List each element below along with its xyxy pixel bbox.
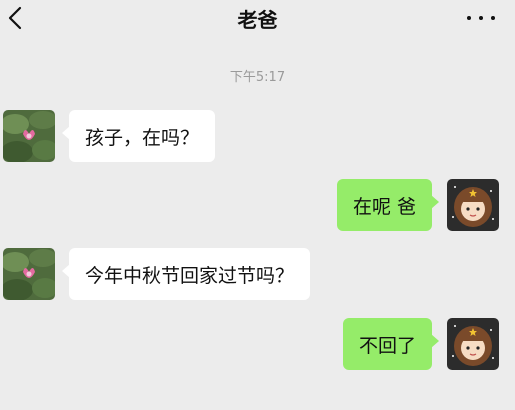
bubble-tail [431,195,439,209]
more-dot [491,16,495,20]
message-text: 今年中秋节回家过节吗？ [85,264,295,287]
more-dots-icon [467,16,471,20]
more-button[interactable] [467,10,495,26]
message-timestamp: 下午5:17 [229,70,286,85]
bubble-tail [62,126,70,140]
cartoon-girl-avatar-image [447,179,499,231]
message-text: 孩子，在吗？ [85,126,200,149]
message-text: 在呢 爸 [352,195,416,218]
incoming-message[interactable]: 今年中秋节回家过节吗？ [62,248,311,300]
message-text: 不回了 [358,334,416,357]
chat-header: 老爸 [0,0,515,40]
user-avatar[interactable] [447,318,499,370]
outgoing-message[interactable]: 在呢 爸 [336,179,439,231]
lotus-avatar-image [3,110,55,162]
outgoing-message[interactable]: 不回了 [342,318,439,370]
contact-avatar[interactable] [3,248,55,300]
more-dot [479,16,483,20]
cartoon-girl-avatar-image [447,318,499,370]
bubble-tail [431,334,439,348]
incoming-message[interactable]: 孩子，在吗？ [62,110,216,162]
user-avatar[interactable] [447,179,499,231]
bubble-tail [62,264,70,278]
lotus-avatar-image [3,248,55,300]
chat-title: 老爸 [237,8,278,32]
contact-avatar[interactable] [3,110,55,162]
